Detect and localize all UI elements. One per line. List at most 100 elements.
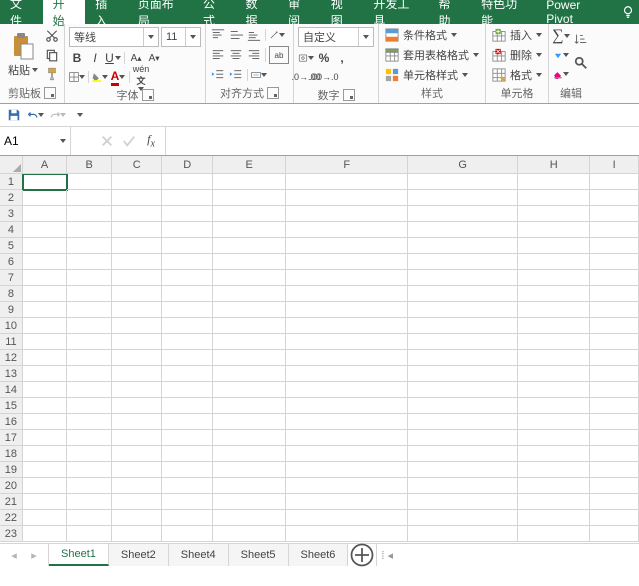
cell[interactable] — [518, 270, 590, 286]
cell[interactable] — [112, 206, 163, 222]
number-format-combo[interactable]: 自定义 — [298, 27, 374, 47]
font-size-combo[interactable]: 11 — [161, 27, 201, 47]
sheet-tab-3[interactable]: Sheet4 — [169, 544, 229, 566]
cell[interactable] — [67, 398, 112, 414]
cell[interactable] — [112, 510, 163, 526]
cell[interactable] — [518, 206, 590, 222]
cell[interactable] — [286, 398, 408, 414]
cell[interactable] — [67, 414, 112, 430]
cell[interactable] — [408, 430, 518, 446]
alignment-dialog-launcher[interactable] — [267, 87, 279, 99]
conditional-format-button[interactable]: 条件格式 — [383, 27, 481, 43]
cell[interactable] — [408, 398, 518, 414]
cell[interactable] — [286, 334, 408, 350]
cell[interactable] — [112, 478, 163, 494]
cell[interactable] — [408, 286, 518, 302]
cell[interactable] — [213, 190, 286, 206]
cell[interactable] — [162, 462, 213, 478]
cell[interactable] — [112, 174, 163, 190]
format-cells-button[interactable]: 格式 — [490, 67, 544, 83]
cell[interactable] — [112, 286, 163, 302]
cell[interactable] — [286, 382, 408, 398]
cell[interactable] — [112, 382, 163, 398]
cell[interactable] — [286, 270, 408, 286]
cell[interactable] — [213, 510, 286, 526]
cell[interactable] — [408, 350, 518, 366]
cell[interactable] — [213, 478, 286, 494]
cell[interactable] — [518, 526, 590, 542]
sheet-tab-5[interactable]: Sheet6 — [289, 544, 349, 566]
column-header[interactable]: C — [112, 156, 163, 174]
cell[interactable] — [286, 526, 408, 542]
cut-icon[interactable] — [44, 28, 60, 44]
column-header[interactable]: H — [518, 156, 590, 174]
cell[interactable] — [286, 174, 408, 190]
font-color-icon[interactable]: A — [110, 69, 126, 85]
cell[interactable] — [286, 254, 408, 270]
cell[interactable] — [518, 478, 590, 494]
cell[interactable] — [518, 334, 590, 350]
tab-powerpivot[interactable]: Power Pivot — [536, 0, 616, 24]
cell[interactable] — [518, 318, 590, 334]
phonetic-icon[interactable]: wén文 — [133, 69, 149, 85]
cell[interactable] — [408, 526, 518, 542]
borders-icon[interactable] — [69, 69, 85, 85]
cell[interactable] — [286, 318, 408, 334]
column-header[interactable]: A — [23, 156, 68, 174]
cell[interactable] — [408, 510, 518, 526]
cell[interactable] — [112, 302, 163, 318]
spreadsheet-grid[interactable]: ABCDEFGHI 123456789101112131415161718192… — [0, 156, 639, 543]
cell[interactable] — [286, 350, 408, 366]
cell[interactable] — [590, 334, 639, 350]
cell[interactable] — [23, 446, 68, 462]
insert-function-icon[interactable]: fx — [143, 133, 159, 149]
cell[interactable] — [518, 382, 590, 398]
qat-customize-icon[interactable] — [72, 107, 88, 123]
cell[interactable] — [112, 270, 163, 286]
cell[interactable] — [162, 190, 213, 206]
cell[interactable] — [23, 414, 68, 430]
row-header[interactable]: 8 — [0, 286, 23, 302]
currency-icon[interactable] — [298, 50, 314, 66]
cell[interactable] — [213, 414, 286, 430]
cell[interactable] — [286, 446, 408, 462]
decrease-decimal-icon[interactable]: .00→.0 — [316, 69, 332, 85]
column-header[interactable]: D — [162, 156, 213, 174]
cell[interactable] — [162, 222, 213, 238]
cell[interactable] — [67, 382, 112, 398]
cell[interactable] — [518, 510, 590, 526]
cell[interactable] — [590, 478, 639, 494]
cell[interactable] — [213, 366, 286, 382]
column-header[interactable]: E — [213, 156, 286, 174]
cell[interactable] — [408, 254, 518, 270]
cell[interactable] — [67, 446, 112, 462]
cell[interactable] — [23, 398, 68, 414]
cell[interactable] — [408, 318, 518, 334]
cell[interactable] — [286, 462, 408, 478]
cell[interactable] — [590, 318, 639, 334]
cell[interactable] — [23, 286, 68, 302]
select-all-corner[interactable] — [0, 156, 23, 174]
cell[interactable] — [112, 526, 163, 542]
italic-icon[interactable]: I — [87, 50, 103, 66]
cell[interactable] — [518, 222, 590, 238]
cell[interactable] — [213, 494, 286, 510]
cell[interactable] — [286, 494, 408, 510]
cell[interactable] — [408, 190, 518, 206]
cell[interactable] — [286, 478, 408, 494]
cell[interactable] — [408, 494, 518, 510]
cell[interactable] — [23, 254, 68, 270]
cell[interactable] — [408, 270, 518, 286]
cell[interactable] — [112, 494, 163, 510]
cell[interactable] — [23, 350, 68, 366]
cell[interactable] — [162, 382, 213, 398]
paste-button[interactable]: 粘贴 — [4, 27, 42, 83]
comma-icon[interactable]: , — [334, 50, 350, 66]
cell[interactable] — [112, 446, 163, 462]
row-header[interactable]: 5 — [0, 238, 23, 254]
row-header[interactable]: 4 — [0, 222, 23, 238]
cell[interactable] — [590, 286, 639, 302]
cell[interactable] — [213, 430, 286, 446]
cell[interactable] — [23, 174, 68, 190]
cell[interactable] — [67, 206, 112, 222]
